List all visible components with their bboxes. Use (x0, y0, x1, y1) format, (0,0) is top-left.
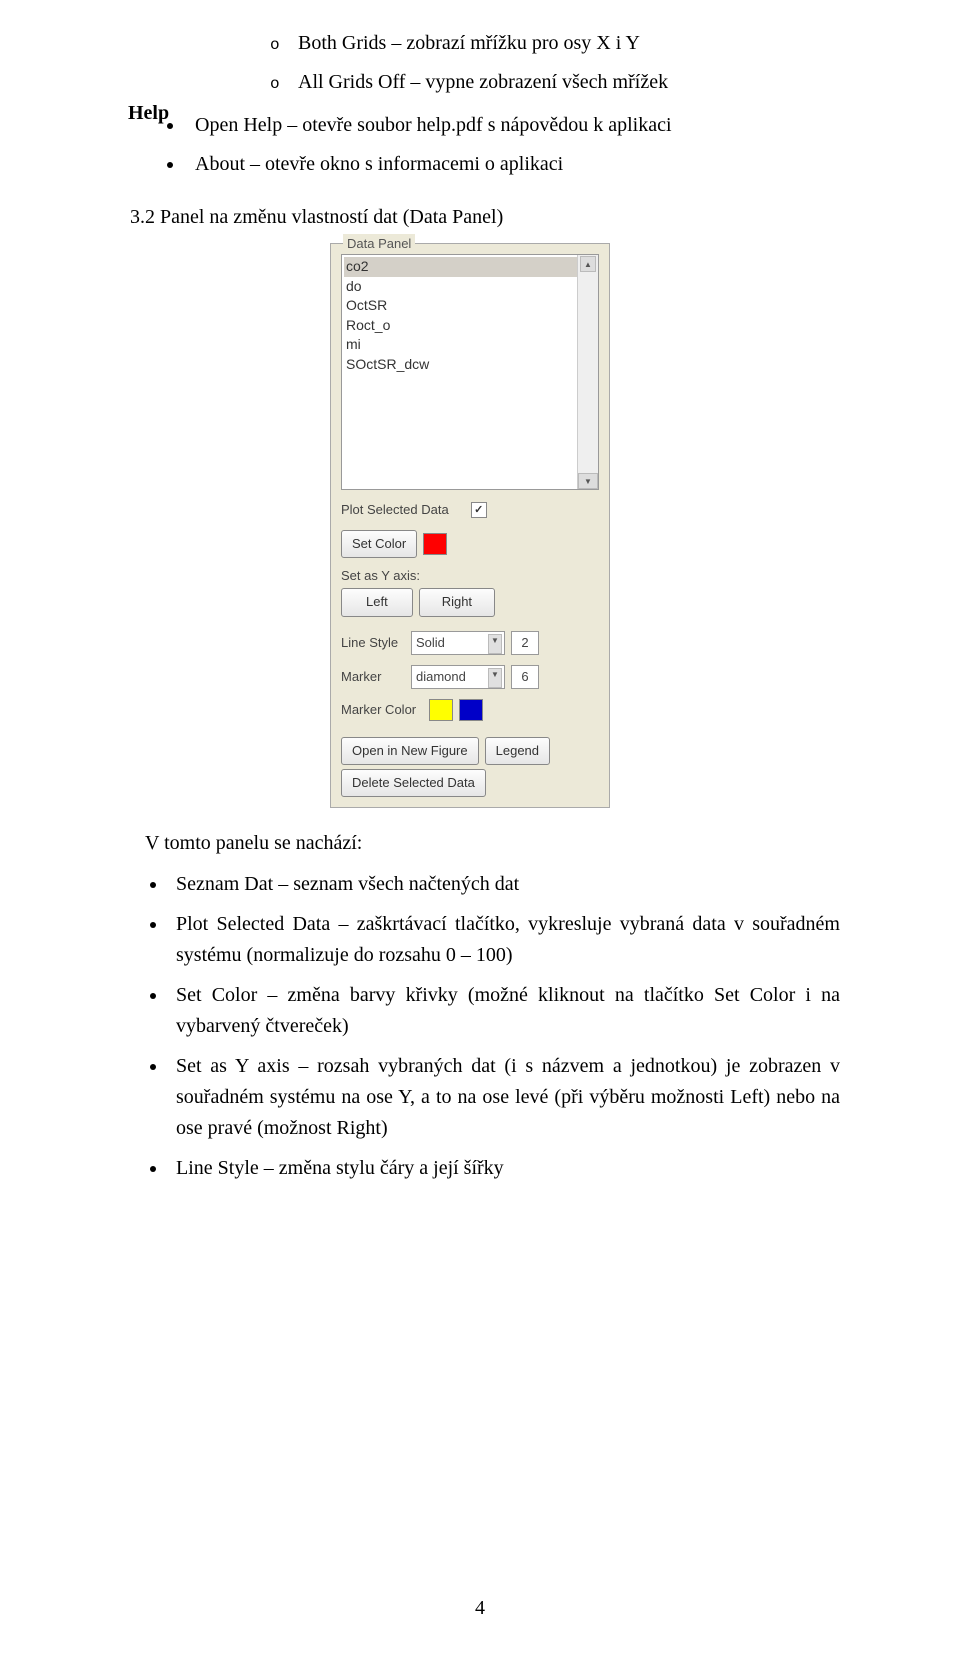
markercolor-label: Marker Color (341, 700, 423, 720)
data-panel-screenshot: Data Panel co2 do OctSR Roct_o mi SOctSR… (330, 243, 610, 808)
legend-button[interactable]: Legend (485, 737, 550, 765)
scroll-up-icon[interactable]: ▲ (580, 256, 596, 272)
list-item[interactable]: co2 (344, 257, 596, 277)
marker-label: Marker (341, 667, 405, 687)
data-listbox[interactable]: co2 do OctSR Roct_o mi SOctSR_dcw ▲ ▼ (341, 254, 599, 490)
color-swatch-yellow[interactable] (429, 699, 453, 721)
linestyle-width-field[interactable]: 2 (511, 631, 539, 655)
color-swatch-blue[interactable] (459, 699, 483, 721)
list-item[interactable]: Roct_o (344, 316, 596, 336)
list-item[interactable]: mi (344, 335, 596, 355)
left-axis-button[interactable]: Left (341, 588, 413, 616)
set-as-y-axis-label: Set as Y axis: (341, 566, 420, 586)
panel-bullet: Line Style – změna stylu čáry a její šíř… (168, 1153, 840, 1184)
linestyle-label: Line Style (341, 633, 405, 653)
help-item-open: Open Help – otevře soubor help.pdf s náp… (185, 110, 840, 141)
chevron-down-icon: ▼ (488, 668, 502, 688)
panel-bullet: Plot Selected Data – zaškrtávací tlačítk… (168, 909, 840, 971)
right-axis-button[interactable]: Right (419, 588, 495, 616)
page-number: 4 (0, 1593, 960, 1624)
panel-bullet: Set Color – změna barvy křivky (možné kl… (168, 980, 840, 1042)
panel-title: Data Panel (343, 234, 415, 254)
circle-bullet: o (270, 72, 298, 97)
plot-selected-label: Plot Selected Data (341, 500, 449, 520)
panel-bullet: Set as Y axis – rozsah vybraných dat (i … (168, 1051, 840, 1144)
panel-intro-text: V tomto panelu se nachází: (145, 828, 840, 859)
linestyle-select[interactable]: Solid ▼ (411, 631, 505, 655)
panel-bullet: Seznam Dat – seznam všech načtených dat (168, 869, 840, 900)
plot-selected-checkbox[interactable]: ✓ (471, 502, 487, 518)
help-heading: Help (128, 98, 169, 129)
chevron-down-icon: ▼ (488, 634, 502, 654)
list-item[interactable]: SOctSR_dcw (344, 355, 596, 375)
open-figure-button[interactable]: Open in New Figure (341, 737, 479, 765)
delete-data-button[interactable]: Delete Selected Data (341, 769, 486, 797)
subitem-both-grids: Both Grids – zobrazí mřížku pro osy X i … (298, 28, 640, 59)
circle-bullet: o (270, 33, 298, 58)
list-item[interactable]: OctSR (344, 296, 596, 316)
listbox-scrollbar[interactable]: ▲ ▼ (577, 255, 598, 489)
marker-select[interactable]: diamond ▼ (411, 665, 505, 689)
list-item[interactable]: do (344, 277, 596, 297)
scroll-down-icon[interactable]: ▼ (578, 473, 598, 489)
subitem-all-off: All Grids Off – vypne zobrazení všech mř… (298, 67, 668, 98)
marker-size-field[interactable]: 6 (511, 665, 539, 689)
color-swatch-red[interactable] (423, 533, 447, 555)
section-heading: 3.2 Panel na změnu vlastností dat (Data … (130, 202, 840, 233)
set-color-button[interactable]: Set Color (341, 530, 417, 558)
help-item-about: About – otevře okno s informacemi o apli… (185, 149, 840, 180)
